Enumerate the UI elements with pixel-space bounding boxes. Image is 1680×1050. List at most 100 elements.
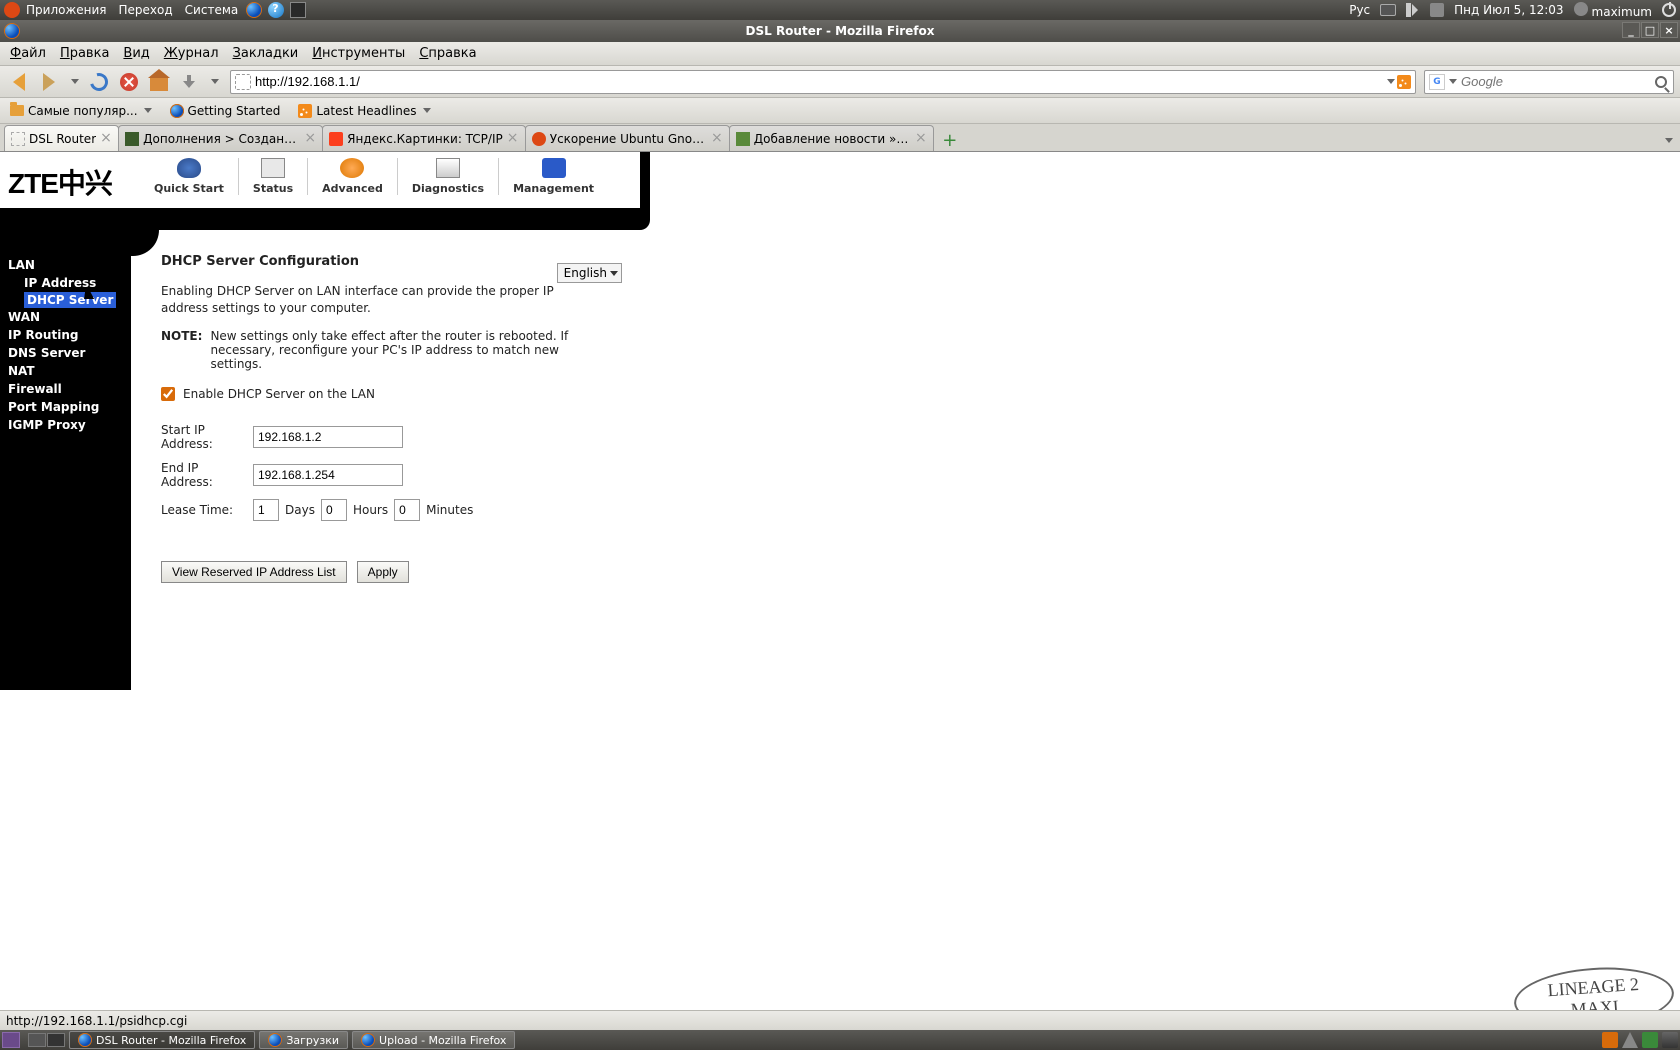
tab-close-button[interactable]: × bbox=[304, 133, 316, 145]
user-menu[interactable]: maximum bbox=[1574, 2, 1652, 19]
task-label: DSL Router - Mozilla Firefox bbox=[96, 1034, 246, 1047]
menu-bookmarks[interactable]: Закладки bbox=[227, 44, 305, 63]
bookmark-getting-started[interactable]: Getting Started bbox=[166, 102, 285, 120]
apply-button[interactable]: Apply bbox=[357, 561, 409, 583]
menu-system[interactable]: Система bbox=[185, 3, 239, 17]
download-icon bbox=[182, 75, 196, 89]
tab-close-button[interactable]: × bbox=[507, 133, 519, 145]
nav-management[interactable]: Management bbox=[499, 158, 608, 195]
stop-button[interactable] bbox=[116, 69, 142, 95]
menu-help[interactable]: Справка bbox=[413, 44, 482, 63]
window-close-button[interactable]: × bbox=[1660, 22, 1678, 38]
tab-dsl-router[interactable]: DSL Router × bbox=[4, 125, 119, 151]
trash-icon[interactable] bbox=[1662, 1032, 1678, 1048]
sidebar-item-dns-server[interactable]: DNS Server bbox=[8, 344, 131, 362]
language-label: Language: bbox=[493, 267, 551, 280]
bookmark-label: Latest Headlines bbox=[316, 104, 416, 118]
bookmark-popular[interactable]: Самые популяр... bbox=[6, 102, 156, 120]
nav-quick-start[interactable]: Quick Start bbox=[140, 158, 239, 195]
start-ip-input[interactable] bbox=[253, 426, 403, 448]
volume-icon[interactable] bbox=[1406, 3, 1420, 17]
feed-icon[interactable] bbox=[1397, 75, 1411, 89]
window-minimize-button[interactable]: _ bbox=[1622, 22, 1640, 38]
help-launcher-icon[interactable] bbox=[268, 2, 284, 18]
sidebar-item-firewall[interactable]: Firewall bbox=[8, 380, 131, 398]
note-label: NOTE: bbox=[161, 329, 202, 371]
site-identity-icon[interactable] bbox=[235, 74, 251, 90]
task-firefox-router[interactable]: DSL Router - Mozilla Firefox bbox=[69, 1031, 255, 1049]
new-tab-button[interactable]: + bbox=[939, 129, 961, 151]
url-bar[interactable] bbox=[230, 70, 1416, 94]
sidebar-item-port-mapping[interactable]: Port Mapping bbox=[8, 398, 131, 416]
search-icon[interactable] bbox=[1655, 76, 1667, 88]
tab-addons[interactable]: Дополнения > Создание... × bbox=[118, 125, 323, 151]
workspace-switcher[interactable] bbox=[28, 1033, 65, 1047]
downloads-dropdown-button[interactable] bbox=[206, 69, 222, 95]
task-downloads[interactable]: Загрузки bbox=[259, 1031, 348, 1049]
clock[interactable]: Пнд Июл 5, 12:03 bbox=[1454, 3, 1563, 17]
tab-close-button[interactable]: × bbox=[100, 133, 112, 145]
router-logo: ZTE中兴 bbox=[8, 162, 112, 202]
menu-view[interactable]: Вид bbox=[117, 44, 155, 63]
url-dropdown-icon[interactable] bbox=[1387, 79, 1395, 84]
sidebar-item-ip-address[interactable]: IP Address bbox=[8, 274, 131, 292]
keyboard-icon[interactable] bbox=[1380, 4, 1396, 16]
history-dropdown-button[interactable] bbox=[66, 69, 82, 95]
task-firefox-upload[interactable]: Upload - Mozilla Firefox bbox=[352, 1031, 515, 1049]
sidebar-item-wan[interactable]: WAN bbox=[8, 308, 131, 326]
message-indicator-icon[interactable] bbox=[1430, 3, 1444, 17]
menu-history[interactable]: Журнал bbox=[158, 44, 225, 63]
language-select[interactable]: English bbox=[557, 263, 622, 283]
firefox-launcher-icon[interactable] bbox=[246, 2, 262, 18]
show-desktop-button[interactable] bbox=[2, 1032, 20, 1048]
sidebar-item-nat[interactable]: NAT bbox=[8, 362, 131, 380]
reload-button[interactable] bbox=[86, 69, 112, 95]
menu-applications[interactable]: Приложения bbox=[26, 3, 107, 17]
forward-button[interactable] bbox=[36, 69, 62, 95]
downloads-button[interactable] bbox=[176, 69, 202, 95]
power-icon[interactable] bbox=[1662, 3, 1676, 17]
tray-icon-2[interactable] bbox=[1622, 1032, 1638, 1048]
sidebar-item-dhcp-server[interactable]: DHCP Server bbox=[24, 292, 116, 308]
lease-days-input[interactable] bbox=[253, 499, 279, 521]
search-engine-dropdown-icon[interactable] bbox=[1449, 79, 1457, 84]
sidebar-item-lan[interactable]: LAN bbox=[8, 256, 131, 274]
workspace-2[interactable] bbox=[47, 1033, 65, 1047]
tab-news[interactable]: Добавление новости » Li... × bbox=[729, 125, 934, 151]
sidebar-item-ip-routing[interactable]: IP Routing bbox=[8, 326, 131, 344]
search-engine-icon[interactable]: G bbox=[1429, 74, 1445, 90]
lease-hours-input[interactable] bbox=[321, 499, 347, 521]
browser-menubar: Файл Правка Вид Журнал Закладки Инструме… bbox=[0, 42, 1680, 66]
tab-ubuntu[interactable]: Ускорение Ubuntu Gnome... × bbox=[525, 125, 730, 151]
sidebar-item-igmp-proxy[interactable]: IGMP Proxy bbox=[8, 416, 131, 434]
window-title-text: DSL Router - Mozilla Firefox bbox=[746, 24, 935, 38]
tab-close-button[interactable]: × bbox=[915, 133, 927, 145]
monitor-launcher-icon[interactable] bbox=[290, 2, 306, 18]
menu-file[interactable]: Файл bbox=[4, 44, 52, 63]
enable-dhcp-checkbox[interactable] bbox=[161, 387, 175, 401]
tab-close-button[interactable]: × bbox=[711, 133, 723, 145]
tab-yandex[interactable]: Яндекс.Картинки: TCP/IP × bbox=[322, 125, 526, 151]
back-button[interactable] bbox=[6, 69, 32, 95]
view-reserved-button[interactable]: View Reserved IP Address List bbox=[161, 561, 347, 583]
keyboard-indicator[interactable]: Рус bbox=[1349, 3, 1370, 17]
search-bar[interactable]: G bbox=[1424, 70, 1674, 94]
tabs-overflow-button[interactable] bbox=[1660, 129, 1676, 151]
workspace-1[interactable] bbox=[28, 1033, 46, 1047]
bookmark-latest-headlines[interactable]: Latest Headlines bbox=[294, 102, 434, 120]
arrow-right-icon bbox=[43, 73, 55, 91]
nav-diagnostics[interactable]: Diagnostics bbox=[398, 158, 499, 195]
nav-advanced[interactable]: Advanced bbox=[308, 158, 398, 195]
tray-icon-3[interactable] bbox=[1642, 1032, 1658, 1048]
menu-places[interactable]: Переход bbox=[119, 3, 173, 17]
menu-tools[interactable]: Инструменты bbox=[306, 44, 411, 63]
nav-status[interactable]: Status bbox=[239, 158, 308, 195]
window-maximize-button[interactable]: □ bbox=[1641, 22, 1659, 38]
url-input[interactable] bbox=[255, 74, 1385, 89]
tray-icon-1[interactable] bbox=[1602, 1032, 1618, 1048]
search-input[interactable] bbox=[1461, 74, 1651, 89]
home-button[interactable] bbox=[146, 69, 172, 95]
menu-edit[interactable]: Правка bbox=[54, 44, 115, 63]
lease-minutes-input[interactable] bbox=[394, 499, 420, 521]
end-ip-input[interactable] bbox=[253, 464, 403, 486]
